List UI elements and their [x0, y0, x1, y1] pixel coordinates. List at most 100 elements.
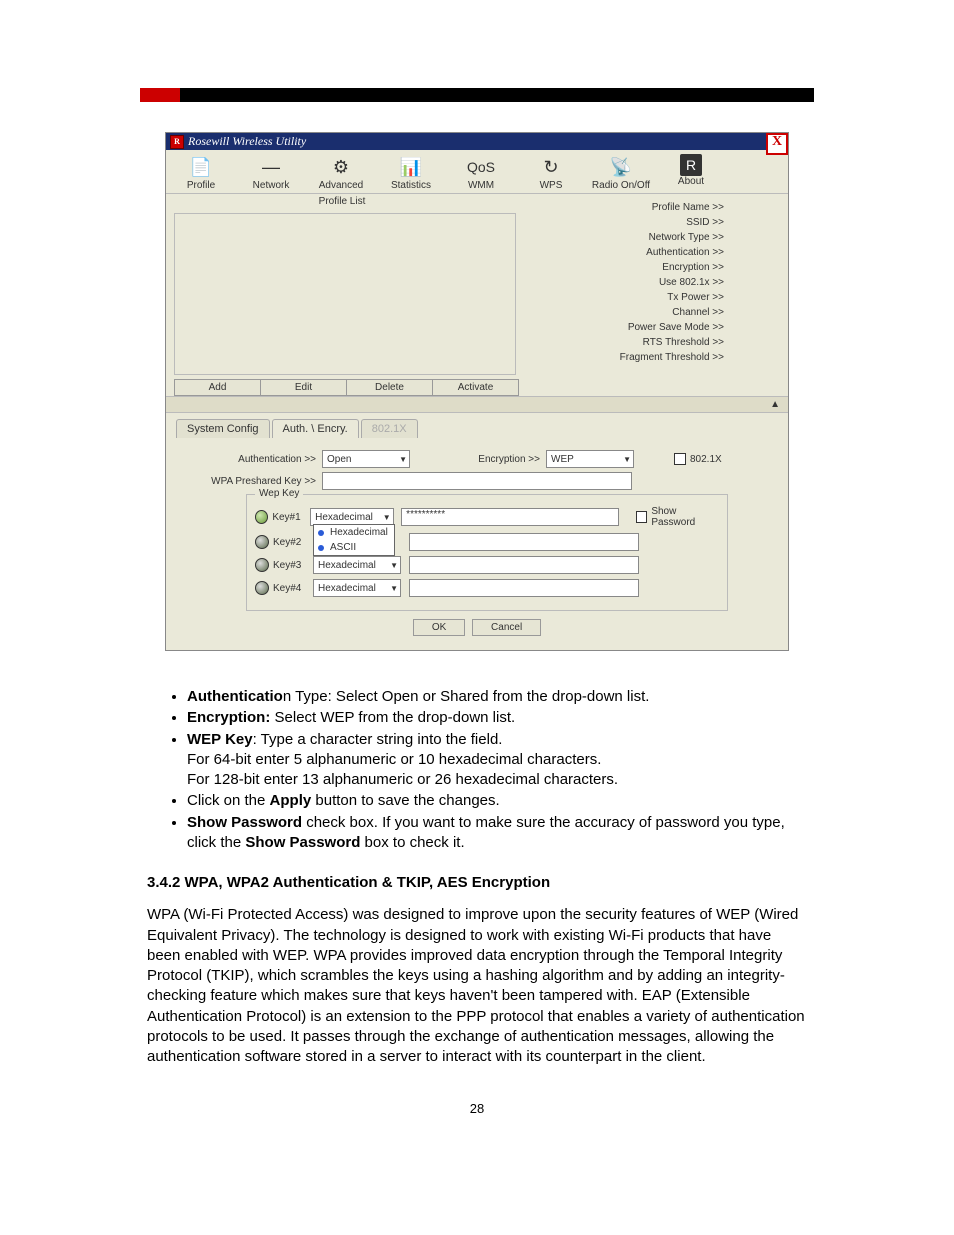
key1-input[interactable]: ********** [401, 508, 619, 526]
chevron-down-icon: ▼ [623, 455, 631, 464]
wireless-utility-window: R Rosewill Wireless Utility X 📄 Profile … [165, 132, 789, 651]
wpa-psk-label: WPA Preshared Key >> [186, 476, 322, 487]
bullet-auth-type: Authentication Type: Select Open or Shar… [187, 687, 807, 707]
tool-radio[interactable]: 📡 Radio On/Off [586, 154, 656, 191]
wep-key-fieldset: Wep Key Key#1 Hexadecimal ▼ ********** S… [246, 494, 728, 611]
tool-statistics[interactable]: 📊 Statistics [376, 154, 446, 191]
tool-label: Statistics [376, 180, 446, 191]
auth-form: Authentication >> Open ▼ Encryption >> W… [166, 438, 788, 650]
chevron-down-icon: ▼ [399, 455, 407, 464]
detail-auth: Authentication >> [522, 245, 784, 260]
auth-dropdown[interactable]: Open ▼ [322, 450, 410, 468]
chevron-down-icon: ▼ [383, 513, 391, 522]
wep-key-row-4: Key#4 Hexadecimal ▼ [255, 579, 719, 597]
auth-label: Authentication >> [186, 454, 322, 465]
key1-mode: Hexadecimal [315, 512, 373, 523]
chevron-down-icon: ▼ [390, 584, 398, 593]
collapse-toggle[interactable]: ▲ [166, 396, 788, 413]
encryption-value: WEP [551, 454, 574, 465]
detail-rts: RTS Threshold >> [522, 335, 784, 350]
wps-icon: ↻ [516, 154, 586, 180]
qos-icon: QoS [446, 154, 516, 180]
wep-key-row-1: Key#1 Hexadecimal ▼ ********** Show Pass… [255, 506, 719, 528]
window-titlebar: R Rosewill Wireless Utility X [166, 133, 788, 150]
key2-input[interactable] [409, 533, 639, 551]
statistics-icon: 📊 [376, 154, 446, 180]
radio-icon: 📡 [586, 154, 656, 180]
bullet-icon [318, 545, 324, 551]
bullet-encryption: Encryption: Select WEP from the drop-dow… [187, 708, 807, 728]
tool-network[interactable]: — Network [236, 154, 306, 191]
profile-list[interactable] [174, 213, 516, 375]
detail-encryption: Encryption >> [522, 260, 784, 275]
key3-input[interactable] [409, 556, 639, 574]
section-heading-342: 3.4.2 WPA, WPA2 Authentication & TKIP, A… [147, 873, 807, 893]
bullet-show-password: Show Password check box. If you want to … [187, 813, 807, 854]
key2-label: Key#2 [273, 537, 313, 548]
profile-details: Profile Name >> SSID >> Network Type >> … [518, 194, 788, 396]
menu-item-ascii[interactable]: ASCII [314, 540, 394, 555]
bullet-wep-key: WEP Key: Type a character string into th… [187, 730, 807, 791]
tool-label: Advanced [306, 180, 376, 191]
bullet-apply: Click on the Apply button to save the ch… [187, 791, 807, 811]
8021x-checkbox[interactable] [674, 453, 686, 465]
key2-radio[interactable] [255, 535, 269, 549]
tool-wps[interactable]: ↻ WPS [516, 154, 586, 191]
key3-mode: Hexadecimal [318, 560, 376, 571]
key1-label: Key#1 [272, 512, 310, 523]
bullet-icon [318, 530, 324, 536]
tool-label: Profile [166, 180, 236, 191]
tool-wmm[interactable]: QoS WMM [446, 154, 516, 191]
edit-button[interactable]: Edit [260, 379, 347, 396]
add-button[interactable]: Add [174, 379, 261, 396]
tool-profile[interactable]: 📄 Profile [166, 154, 236, 191]
show-password-checkbox[interactable] [636, 511, 647, 523]
encryption-label: Encryption >> [460, 454, 546, 465]
tab-system-config[interactable]: System Config [176, 419, 270, 438]
key3-radio[interactable] [255, 558, 269, 572]
menu-item-hex[interactable]: Hexadecimal [314, 525, 394, 540]
delete-button[interactable]: Delete [346, 379, 433, 396]
cancel-button[interactable]: Cancel [472, 619, 541, 636]
tool-about[interactable]: R About [656, 154, 726, 191]
network-icon: — [236, 154, 306, 180]
key-mode-menu[interactable]: Hexadecimal ASCII [313, 524, 395, 556]
detail-channel: Channel >> [522, 305, 784, 320]
encryption-dropdown[interactable]: WEP ▼ [546, 450, 634, 468]
key4-label: Key#4 [273, 583, 313, 594]
section-paragraph: WPA (Wi-Fi Protected Access) was designe… [147, 905, 807, 1067]
tool-label: About [656, 176, 726, 187]
key3-label: Key#3 [273, 560, 313, 571]
tab-auth-encry[interactable]: Auth. \ Encry. [272, 419, 359, 438]
wpa-psk-input[interactable] [322, 472, 632, 490]
key1-radio[interactable] [255, 510, 268, 524]
detail-frag: Fragment Threshold >> [522, 350, 784, 365]
detail-use8021x: Use 802.1x >> [522, 275, 784, 290]
activate-button[interactable]: Activate [432, 379, 519, 396]
key4-mode: Hexadecimal [318, 583, 376, 594]
key4-radio[interactable] [255, 581, 269, 595]
key4-mode-dropdown[interactable]: Hexadecimal ▼ [313, 579, 401, 597]
tool-advanced[interactable]: ⚙ Advanced [306, 154, 376, 191]
show-password-label: Show Password [651, 506, 719, 528]
tool-label: WMM [446, 180, 516, 191]
detail-network-type: Network Type >> [522, 230, 784, 245]
detail-profile-name: Profile Name >> [522, 200, 784, 215]
tool-label: WPS [516, 180, 586, 191]
detail-ssid: SSID >> [522, 215, 784, 230]
key3-mode-dropdown[interactable]: Hexadecimal ▼ [313, 556, 401, 574]
profile-icon: 📄 [166, 154, 236, 180]
8021x-label: 802.1X [690, 454, 722, 465]
tab-8021x[interactable]: 802.1X [361, 419, 418, 438]
wep-key-legend: Wep Key [255, 488, 303, 499]
detail-psm: Power Save Mode >> [522, 320, 784, 335]
wep-key-row-3: Key#3 Hexadecimal ▼ [255, 556, 719, 574]
key4-input[interactable] [409, 579, 639, 597]
detail-txpower: Tx Power >> [522, 290, 784, 305]
auth-value: Open [327, 454, 351, 465]
window-title: Rosewill Wireless Utility [188, 134, 306, 149]
ok-button[interactable]: OK [413, 619, 465, 636]
close-button[interactable]: X [766, 133, 788, 155]
document-body: Authentication Type: Select Open or Shar… [147, 687, 807, 1067]
main-toolbar: 📄 Profile — Network ⚙ Advanced 📊 Statist… [166, 150, 788, 194]
